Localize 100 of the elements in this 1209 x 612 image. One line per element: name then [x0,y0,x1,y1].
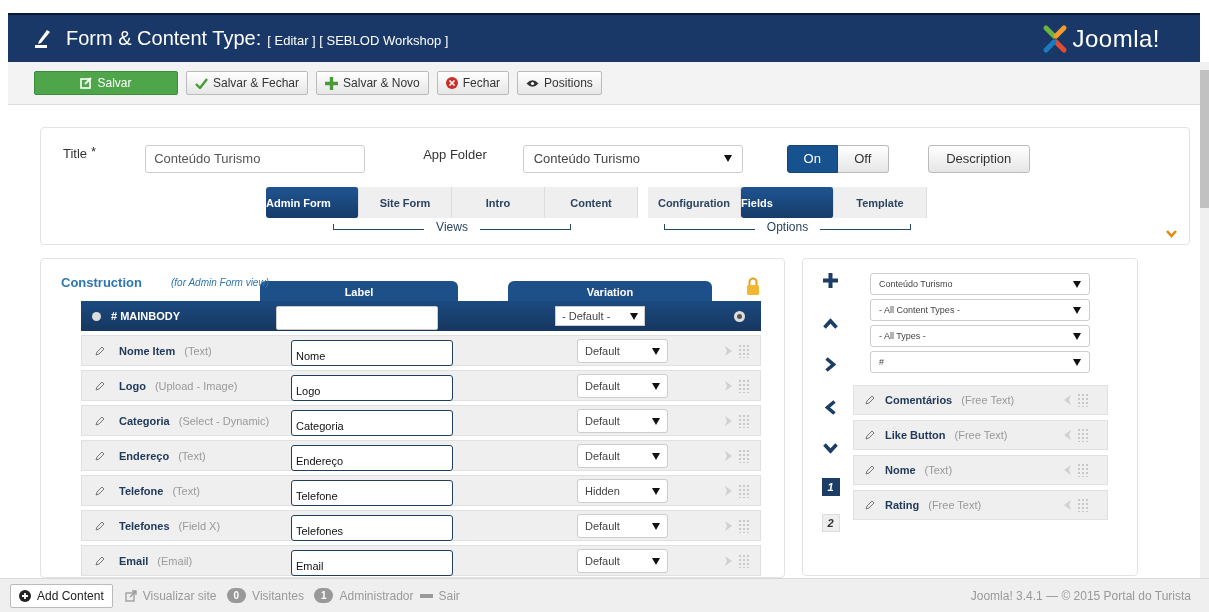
tab[interactable]: Content [545,187,638,218]
pencil-icon[interactable] [95,556,105,566]
pencil-icon[interactable] [865,465,875,475]
label-field[interactable]: Categoria [291,410,453,436]
page-button[interactable]: 1 [821,478,840,496]
chevron-up-icon[interactable] [823,318,838,329]
drag-handle-icon[interactable] [738,484,750,498]
pencil-icon[interactable] [95,416,105,426]
tab[interactable]: Fields [741,187,834,218]
toolbar-button[interactable]: Salvar & Fechar [186,71,309,95]
pencil-icon[interactable] [95,346,105,356]
scrollbar[interactable] [1200,62,1209,578]
arrow-right-icon[interactable] [724,380,733,392]
filter-select[interactable]: - All Content Types - [870,299,1090,321]
field-name: Categoria [119,415,170,427]
field-type: (Text) [184,345,212,357]
filter-select[interactable]: Conteúdo Turismo [870,273,1090,295]
drag-handle-icon[interactable] [738,379,750,393]
field-row[interactable]: Categoria (Select - Dynamic) Categoria Default [81,405,761,436]
tab[interactable]: Admin Form [266,187,359,218]
field-type: (Upload - Image) [154,380,238,392]
toggle-option[interactable]: Off [837,144,889,173]
available-field[interactable]: Like Button (Free Text) [853,420,1108,450]
arrow-right-icon[interactable] [724,415,733,427]
caret-icon [652,487,660,495]
label-field[interactable]: Logo [291,375,453,401]
description-button[interactable]: Description [927,144,1030,173]
check-icon [195,77,208,89]
available-field[interactable]: Rating (Free Text) [853,490,1108,520]
tab[interactable]: Configuration [648,187,741,218]
available-field[interactable]: Comentários (Free Text) [853,385,1108,415]
variation-select[interactable]: - Default - [555,306,645,326]
title-field[interactable]: Conteúdo Turismo [145,144,366,173]
available-field[interactable]: Nome (Text) [853,455,1108,485]
field-row[interactable]: Nome Item (Text) Nome Default [81,335,761,366]
tab[interactable]: Template [834,187,927,218]
tab[interactable]: Intro [452,187,545,218]
arrow-right-icon[interactable] [724,345,733,357]
toggle-option[interactable]: On [786,144,838,173]
add-content-button[interactable]: Add Content [10,583,113,608]
toolbar-button[interactable]: Fechar [436,71,510,95]
variation-select[interactable]: Default [577,514,668,538]
pencil-icon[interactable] [865,430,875,440]
arrow-left-icon[interactable] [1063,464,1072,476]
toolbar-button[interactable]: Salvar & Novo [316,71,429,95]
app-folder-select[interactable]: Conteúdo Turismo [522,144,743,173]
variation-select[interactable]: Default [577,549,668,573]
pencil-icon[interactable] [865,395,875,405]
tab[interactable]: Site Form [359,187,452,218]
radio-icon[interactable] [92,311,101,321]
field-type: (Email) [157,555,193,567]
quill-icon [34,28,52,49]
page-button[interactable]: 2 [821,514,840,532]
label-field[interactable] [276,306,438,330]
drag-handle-icon[interactable] [1077,463,1089,477]
arrow-right-icon[interactable] [724,555,733,567]
plus-icon[interactable] [823,273,838,288]
pencil-icon[interactable] [95,521,105,531]
variation-select[interactable]: Default [577,409,668,433]
drag-handle-icon[interactable] [738,519,750,533]
arrow-left-icon[interactable] [1063,394,1072,406]
variation-select[interactable]: Hidden [577,479,668,503]
field-row[interactable]: Email (Email) Email Default [81,545,761,576]
arrow-left-icon[interactable] [1063,499,1072,511]
field-row[interactable]: Telefone (Text) Telefone Hidden [81,475,761,506]
field-row[interactable]: Endereço (Text) Endereço Default [81,440,761,471]
toolbar-button[interactable]: Positions [517,71,602,95]
chevron-down-icon[interactable] [823,443,838,454]
arrow-right-icon[interactable] [724,485,733,497]
label-field[interactable]: Telefone [291,480,453,506]
chevron-left-icon[interactable] [825,400,836,415]
variation-select[interactable]: Default [577,339,668,363]
caret-icon [652,452,660,460]
filter-select[interactable]: # [870,351,1090,373]
arrow-right-icon[interactable] [724,450,733,462]
pencil-icon[interactable] [95,451,105,461]
variation-select[interactable]: Default [577,444,668,468]
filter-select[interactable]: - All Types - [870,325,1090,347]
field-row[interactable]: Telefones (Field X) Telefones Default [81,510,761,541]
drag-handle-icon[interactable] [1077,393,1089,407]
arrow-right-icon[interactable] [724,520,733,532]
pencil-icon[interactable] [865,500,875,510]
drag-handle-icon[interactable] [738,414,750,428]
drag-handle-icon[interactable] [1077,498,1089,512]
drag-handle-icon[interactable] [738,449,750,463]
drag-handle-icon[interactable] [738,554,750,568]
field-row[interactable]: Logo (Upload - Image) Logo Default [81,370,761,401]
lock-icon[interactable] [746,277,760,295]
pencil-icon[interactable] [95,486,105,496]
radio-icon[interactable] [734,310,745,322]
arrow-left-icon[interactable] [1063,429,1072,441]
label-field[interactable]: Telefones [291,515,453,541]
chevron-right-icon[interactable] [825,357,836,372]
label-field[interactable]: Nome [291,340,453,366]
label-field[interactable]: Endereço [291,445,453,471]
drag-handle-icon[interactable] [1077,428,1089,442]
drag-handle-icon[interactable] [738,344,750,358]
variation-select[interactable]: Default [577,374,668,398]
label-field[interactable]: Email [291,550,453,576]
pencil-icon[interactable] [95,381,105,391]
